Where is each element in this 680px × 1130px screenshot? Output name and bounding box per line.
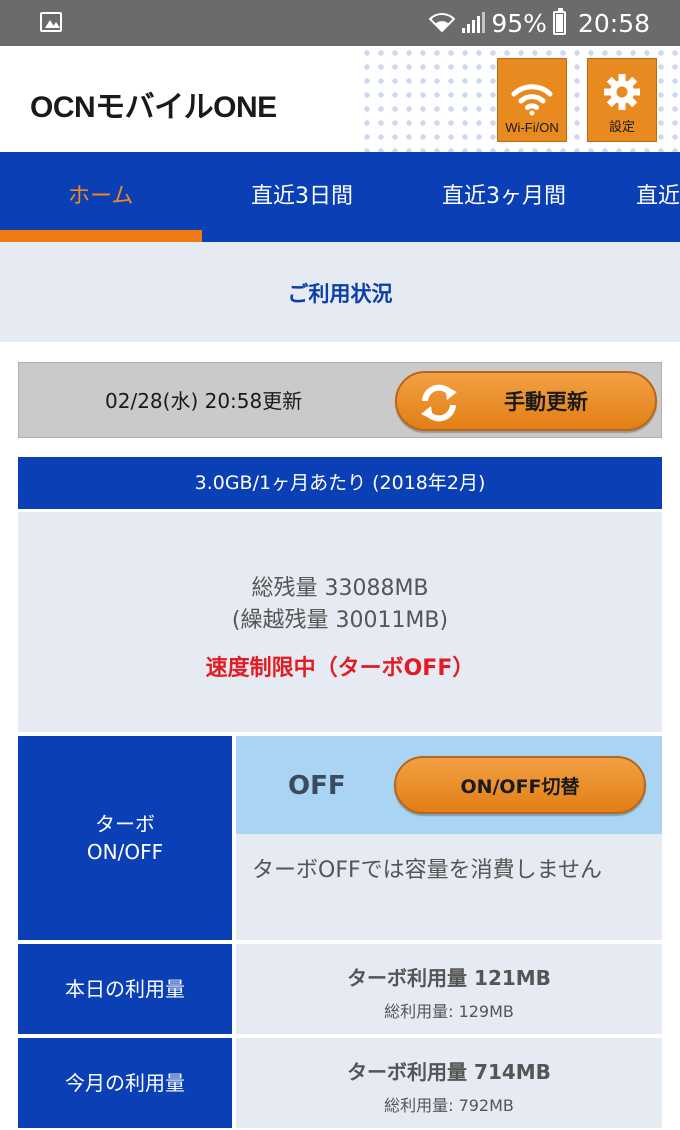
app-header: OCNモバイルONE Wi-Fi/ON 設定 (0, 46, 680, 152)
manual-refresh-button[interactable]: 手動更新 (395, 371, 657, 431)
carryover-remaining: (繰越残量 30011MB) (231, 608, 449, 633)
turbo-toggle-button[interactable]: ON/OFF切替 (394, 756, 646, 814)
tab-last-3-months[interactable]: 直近3ヶ月間 (442, 152, 566, 242)
update-row: 02/28(水) 20:58更新 手動更新 (18, 362, 662, 438)
turbo-label-line2: ON/OFF (86, 840, 164, 864)
plan-header: 3.0GB/1ヶ月あたり (2018年2月) (18, 457, 662, 509)
total-remaining: 総残量 33088MB (251, 576, 429, 601)
speed-limit-status: 速度制限中（ターボOFF） (205, 656, 475, 681)
turbo-label-cell: ターボ ON/OFF (18, 736, 232, 940)
wifi-button-label: Wi-Fi/ON (505, 120, 559, 135)
tab-home[interactable]: ホーム (68, 152, 133, 242)
today-turbo-usage: ターボ利用量 121MB (347, 966, 551, 990)
remaining-panel: 総残量 33088MB (繰越残量 30011MB) 速度制限中（ターボOFF） (18, 512, 662, 732)
turbo-state: OFF (288, 771, 346, 801)
wifi-icon (511, 84, 553, 116)
tab-bar: ホーム 直近3日間 直近3ヶ月間 直近 (0, 152, 680, 242)
clock: 20:58 (577, 8, 650, 38)
settings-button-label: 設定 (608, 119, 635, 134)
section-title: ご利用状況 (0, 242, 680, 342)
settings-button[interactable]: 設定 (587, 58, 657, 142)
manual-refresh-label: 手動更新 (504, 390, 588, 414)
today-total-usage: 総利用量: 129MB (384, 1002, 514, 1021)
battery-icon (552, 8, 566, 35)
gear-icon (604, 74, 640, 110)
signal-icon (462, 12, 486, 33)
turbo-note-cell: ターボOFFでは容量を消費しません (236, 834, 662, 940)
tab-last-3-days[interactable]: 直近3日間 (251, 152, 353, 242)
wifi-status-icon (429, 13, 456, 33)
turbo-label-line1: ターボ (94, 812, 155, 836)
wifi-on-button[interactable]: Wi-Fi/ON (497, 58, 567, 142)
month-total-usage: 総利用量: 792MB (384, 1096, 514, 1115)
last-updated-timestamp: 02/28(水) 20:58更新 (105, 389, 303, 413)
month-turbo-usage: ターボ利用量 714MB (347, 1060, 551, 1084)
month-usage-label: 今月の利用量 (18, 1038, 232, 1128)
battery-percent: 95% (491, 8, 547, 38)
today-usage-label: 本日の利用量 (18, 944, 232, 1034)
app-logo: OCNモバイルONE (30, 91, 277, 124)
today-usage-cell: ターボ利用量 121MB 総利用量: 129MB (236, 944, 662, 1034)
refresh-icon (421, 384, 457, 422)
active-tab-indicator (0, 230, 202, 242)
turbo-control: OFF ON/OFF切替 (236, 736, 662, 834)
tab-recent-truncated[interactable]: 直近 (636, 152, 680, 242)
turbo-note: ターボOFFでは容量を消費しません (252, 858, 602, 883)
status-bar: 95% 20:58 (0, 0, 680, 46)
month-usage-cell: ターボ利用量 714MB 総利用量: 792MB (236, 1038, 662, 1128)
image-notification-icon (40, 12, 62, 32)
